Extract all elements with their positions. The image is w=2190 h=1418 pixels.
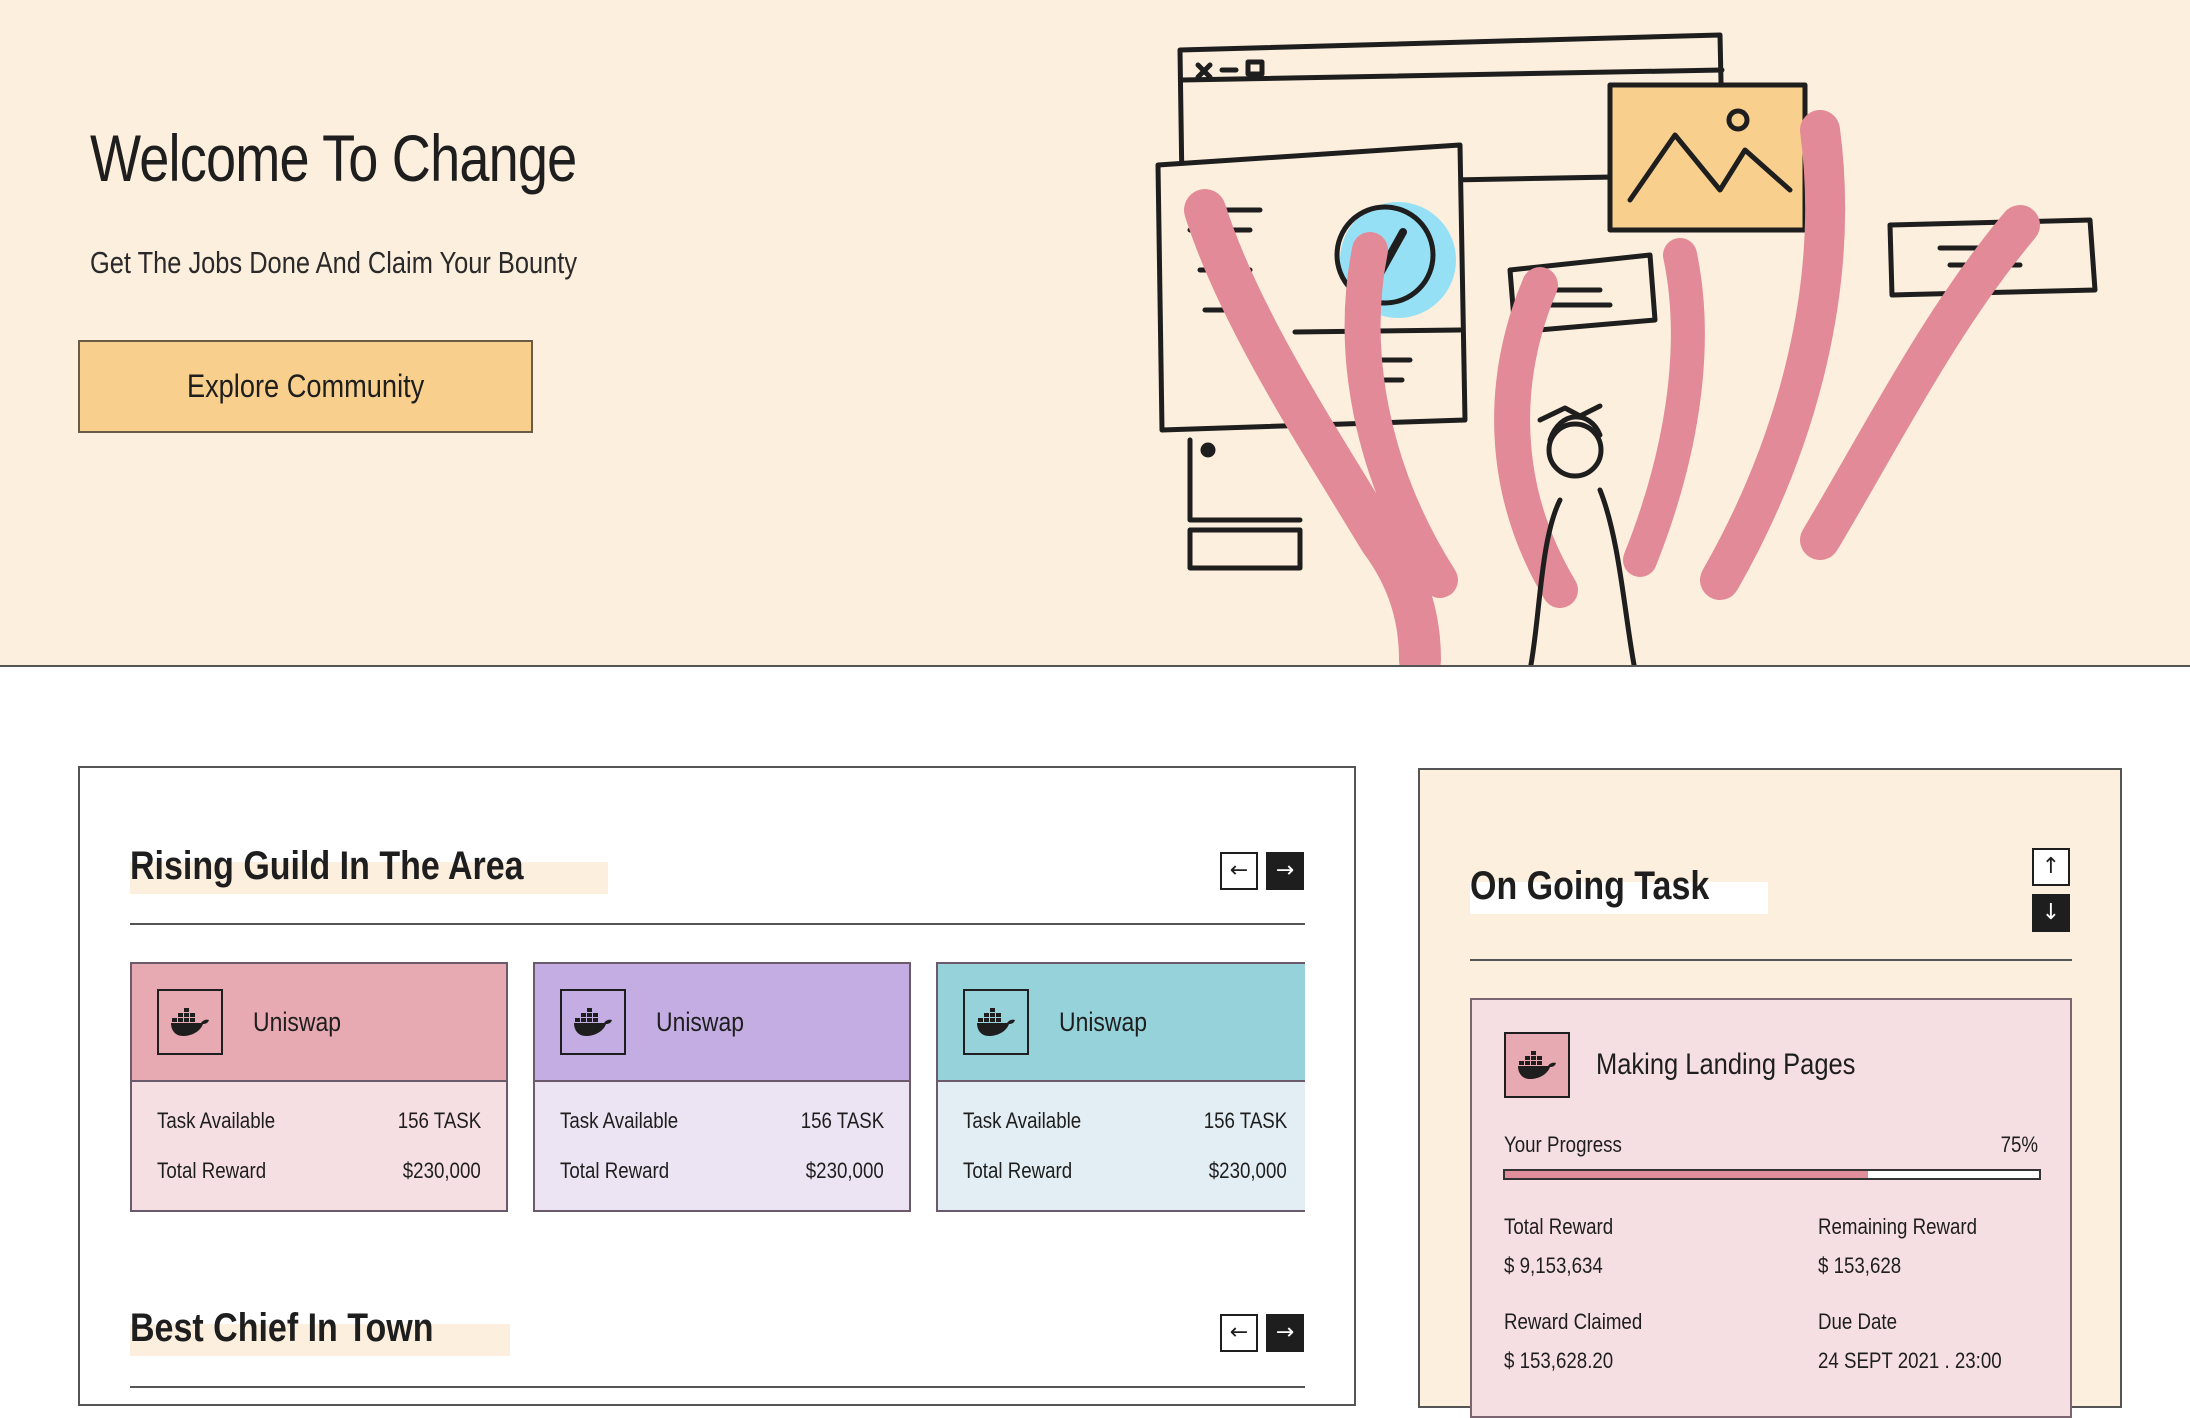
due-date-label: Due Date xyxy=(1818,1309,1898,1334)
task-card[interactable]: Making Landing Pages Your Progress 75% T… xyxy=(1470,998,2072,1418)
ongoing-task-panel: On Going Task ↑ ↓ Making Landing Pages Y… xyxy=(1418,768,2122,1418)
rising-guild-title: Rising Guild In The Area xyxy=(130,844,524,888)
divider xyxy=(130,1386,1305,1388)
rising-guild-header: Rising Guild In The Area xyxy=(130,844,608,894)
guild-name: Uniswap xyxy=(253,1006,342,1037)
progress-bar xyxy=(1503,1169,2041,1180)
total-reward-label: Total Reward xyxy=(1504,1214,1614,1239)
guild-card-carousel: Uniswap Task Available 156 TASK Total Rew… xyxy=(130,962,1305,1214)
total-reward-label: Total Reward xyxy=(963,1158,1073,1183)
divider xyxy=(130,923,1305,925)
remaining-reward-label: Remaining Reward xyxy=(1818,1214,1978,1239)
total-reward-value: $230,000 xyxy=(805,1158,884,1183)
task-available-value: 156 TASK xyxy=(1203,1108,1287,1133)
task-name: Making Landing Pages xyxy=(1596,1048,1856,1081)
docker-whale-icon xyxy=(963,989,1029,1055)
progress-label: Your Progress xyxy=(1504,1132,1622,1157)
guild-card-header: Uniswap xyxy=(535,964,909,1082)
arrow-right-icon: → xyxy=(1275,1320,1295,1345)
docker-whale-icon xyxy=(157,989,223,1055)
chief-next-button[interactable]: → xyxy=(1266,1314,1304,1352)
total-reward-label: Total Reward xyxy=(560,1158,670,1183)
explore-community-label: Explore Community xyxy=(186,368,425,404)
divider xyxy=(1470,959,2072,961)
rising-guild-panel: Rising Guild In The Area ← → Uniswap Tas… xyxy=(78,766,1356,1406)
reward-claimed-value: $ 153,628.20 xyxy=(1504,1348,1614,1373)
task-available-label: Task Available xyxy=(157,1108,276,1133)
guild-card-stats: Task Available 156 TASK Total Reward $230,… xyxy=(132,1082,506,1208)
guild-card[interactable]: Uniswap Task Available 156 TASK Total Rew… xyxy=(130,962,508,1212)
ongoing-task-header: On Going Task xyxy=(1470,864,1768,914)
hero-banner: Welcome To Change Get The Jobs Done And … xyxy=(0,0,2190,667)
ongoing-task-title: On Going Task xyxy=(1470,864,1710,908)
task-up-button[interactable]: ↑ xyxy=(2032,848,2070,886)
arrow-down-icon: ↓ xyxy=(2041,900,2061,925)
guild-card[interactable]: Uniswap Task Available 156 TASK Total Rew… xyxy=(936,962,1305,1212)
task-available-value: 156 TASK xyxy=(800,1108,884,1133)
arrow-right-icon: → xyxy=(1275,858,1295,883)
total-reward-value: $230,000 xyxy=(1208,1158,1287,1183)
explore-community-button[interactable]: Explore Community xyxy=(78,340,533,433)
progress-bar-fill xyxy=(1505,1171,1869,1178)
guild-card-stats: Task Available 156 TASK Total Reward $230,… xyxy=(535,1082,909,1208)
arrow-left-icon: ← xyxy=(1229,858,1249,883)
arrow-left-icon: ← xyxy=(1229,1320,1249,1345)
reward-claimed-label: Reward Claimed xyxy=(1504,1309,1643,1334)
guild-card-stats: Task Available 156 TASK Total Reward $230,… xyxy=(938,1082,1305,1208)
task-available-value: 156 TASK xyxy=(397,1108,481,1133)
guild-next-button[interactable]: → xyxy=(1266,852,1304,890)
docker-whale-icon xyxy=(560,989,626,1055)
guild-name: Uniswap xyxy=(1059,1006,1148,1037)
docker-whale-icon xyxy=(1504,1032,1570,1098)
guild-prev-button[interactable]: ← xyxy=(1220,852,1258,890)
guild-card[interactable]: Uniswap Task Available 156 TASK Total Rew… xyxy=(533,962,911,1212)
due-date-value: 24 SEPT 2021 . 23:00 xyxy=(1818,1348,2002,1373)
guild-card-header: Uniswap xyxy=(938,964,1305,1082)
arrow-up-icon: ↑ xyxy=(2041,854,2061,879)
hero-subtitle: Get The Jobs Done And Claim Your Bounty xyxy=(90,245,578,280)
guild-card-header: Uniswap xyxy=(132,964,506,1082)
remaining-reward-value: $ 153,628 xyxy=(1818,1253,1902,1278)
task-down-button[interactable]: ↓ xyxy=(2032,894,2070,932)
guild-name: Uniswap xyxy=(656,1006,745,1037)
progress-value: 75% xyxy=(2000,1132,2038,1157)
total-reward-label: Total Reward xyxy=(157,1158,267,1183)
hero-illustration xyxy=(1155,32,2098,665)
hero-title: Welcome To Change xyxy=(90,121,577,195)
chief-prev-button[interactable]: ← xyxy=(1220,1314,1258,1352)
total-reward-value: $230,000 xyxy=(402,1158,481,1183)
best-chief-header: Best Chief In Town xyxy=(130,1306,510,1356)
best-chief-title: Best Chief In Town xyxy=(130,1306,434,1350)
total-reward-value: $ 9,153,634 xyxy=(1504,1253,1603,1278)
task-available-label: Task Available xyxy=(560,1108,679,1133)
task-available-label: Task Available xyxy=(963,1108,1082,1133)
